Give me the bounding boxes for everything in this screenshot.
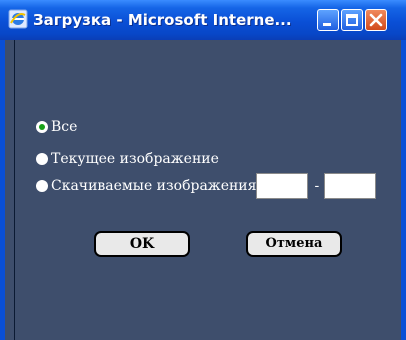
ok-button[interactable]: OK	[94, 231, 190, 257]
option-downloadable-images[interactable]: Скачиваемые изображения -	[36, 173, 377, 199]
option-current-image-label: Текущее изображение	[51, 151, 219, 167]
range-separator: -	[314, 178, 320, 194]
close-button[interactable]	[365, 9, 387, 31]
maximize-icon	[346, 14, 358, 26]
option-all-label: Все	[51, 119, 78, 135]
window-title: Загрузка - Microsoft Interne...	[33, 11, 292, 29]
download-dialog-window: Загрузка - Microsoft Interne... Все Теку…	[0, 0, 406, 340]
title-bar[interactable]: Загрузка - Microsoft Interne...	[0, 0, 406, 40]
option-all[interactable]: Все	[36, 118, 77, 136]
maximize-button[interactable]	[341, 9, 363, 31]
option-current-image[interactable]: Текущее изображение	[36, 150, 219, 168]
range-from-input[interactable]	[256, 173, 309, 199]
internet-explorer-icon	[8, 9, 28, 29]
minimize-icon	[323, 23, 331, 26]
radio-all[interactable]	[36, 121, 48, 133]
close-icon	[369, 13, 383, 27]
window-frame-right	[401, 40, 406, 340]
radio-current-image[interactable]	[36, 153, 48, 165]
option-downloadable-images-label: Скачиваемые изображения	[51, 178, 257, 194]
range-to-input[interactable]	[324, 173, 377, 199]
cancel-button[interactable]: Отмена	[246, 231, 342, 257]
minimize-button[interactable]	[317, 9, 339, 31]
content-divider	[14, 40, 15, 340]
radio-downloadable-images[interactable]	[36, 180, 48, 192]
